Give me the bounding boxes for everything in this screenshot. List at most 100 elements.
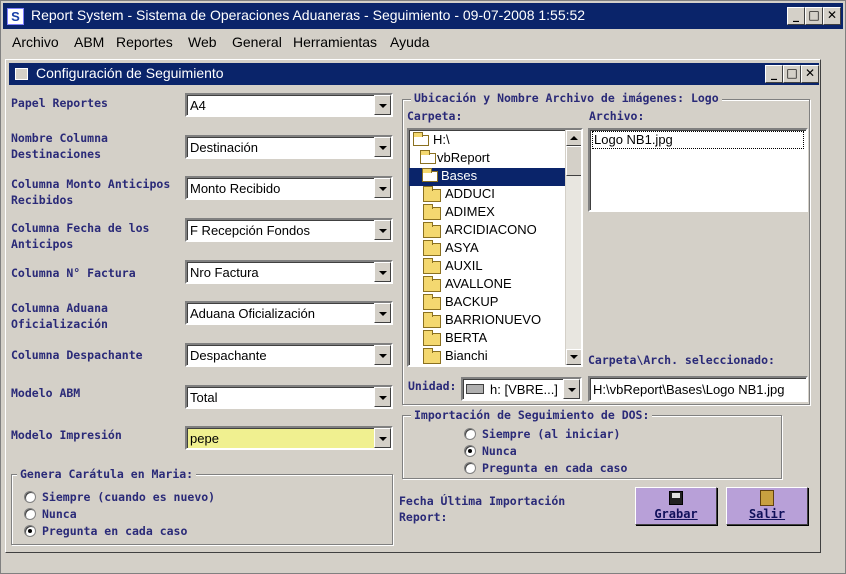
despachante-select[interactable]: Despachante bbox=[185, 343, 393, 367]
modelo-impresion-select[interactable]: pepe bbox=[185, 426, 393, 450]
app-s-icon: S bbox=[7, 8, 24, 25]
dropdown-arrow-icon[interactable] bbox=[374, 137, 391, 157]
caratula-option-2-label[interactable]: Pregunta en cada caso bbox=[42, 523, 187, 539]
folder-item[interactable]: ASYA bbox=[445, 240, 479, 255]
folder-icon bbox=[423, 240, 441, 256]
folder-list-items: H:\ vbReport Bases ADDUCI ADIMEX ARCIDIA… bbox=[409, 130, 565, 365]
dropdown-arrow-icon[interactable] bbox=[374, 220, 391, 240]
folder-item[interactable]: ADDUCI bbox=[445, 186, 495, 201]
label-columna-despachante: Columna Despachante bbox=[11, 348, 143, 362]
select-value: Destinación bbox=[190, 140, 258, 155]
save-disk-icon bbox=[669, 491, 683, 505]
main-title-bar[interactable]: S Report System - Sistema de Operaciones… bbox=[3, 3, 843, 29]
file-item[interactable]: Logo NB1.jpg bbox=[594, 132, 673, 147]
folder-icon bbox=[423, 294, 441, 310]
dropdown-arrow-icon[interactable] bbox=[374, 303, 391, 323]
seleccionado-label: Carpeta\Arch. seleccionado: bbox=[588, 353, 775, 367]
menu-herramientas[interactable]: Herramientas bbox=[293, 34, 377, 50]
menu-bar: Archivo ABM Reportes Web General Herrami… bbox=[3, 31, 843, 53]
carpeta-label: Carpeta: bbox=[407, 109, 463, 123]
destinaciones-select[interactable]: Destinación bbox=[185, 135, 393, 159]
folder-item[interactable]: AUXIL bbox=[445, 258, 483, 273]
folder-item[interactable]: ARCIDIACONO bbox=[445, 222, 537, 237]
menu-reportes[interactable]: Reportes bbox=[116, 34, 173, 50]
main-window: S Report System - Sistema de Operaciones… bbox=[0, 0, 846, 574]
label-modelo-impresion: Modelo Impresión bbox=[11, 428, 122, 442]
caratula-option-1-radio[interactable] bbox=[24, 508, 36, 520]
folder-item-selected[interactable]: Bases bbox=[441, 168, 477, 183]
caratula-option-2-radio[interactable] bbox=[24, 525, 36, 537]
file-list[interactable]: Logo NB1.jpg bbox=[588, 128, 808, 212]
ubicacion-group-title: Ubicación y Nombre Archivo de imágenes: … bbox=[411, 91, 722, 105]
child-maximize-button[interactable]: □ bbox=[783, 65, 801, 83]
maximize-button[interactable]: □ bbox=[805, 7, 823, 25]
select-value: Total bbox=[190, 390, 218, 405]
folder-item[interactable]: ADIMEX bbox=[445, 204, 495, 219]
folder-item[interactable]: Bianchi bbox=[445, 348, 488, 363]
seleccionado-field[interactable]: H:\vbReport\Bases\Logo NB1.jpg bbox=[588, 376, 808, 402]
folder-item[interactable]: BERTA bbox=[445, 330, 487, 345]
open-folder-icon bbox=[420, 150, 436, 164]
monto-anticipos-select[interactable]: Monto Recibido bbox=[185, 176, 393, 200]
child-minimize-button[interactable]: _ bbox=[765, 65, 783, 83]
label-nombre-columna-destinaciones: Nombre Columna Destinaciones bbox=[11, 131, 108, 161]
folder-item[interactable]: BACKUP bbox=[445, 294, 498, 309]
importacion-option-0-label[interactable]: Siempre (al iniciar) bbox=[482, 426, 620, 442]
config-title-bar[interactable]: Configuración de Seguimiento _ □ ✕ bbox=[9, 63, 819, 85]
factura-select[interactable]: Nro Factura bbox=[185, 260, 393, 284]
caratula-option-0-label[interactable]: Siempre (cuando es nuevo) bbox=[42, 489, 215, 505]
importacion-option-2-label[interactable]: Pregunta en cada caso bbox=[482, 460, 627, 476]
caratula-option-0-radio[interactable] bbox=[24, 491, 36, 503]
exit-door-icon bbox=[760, 490, 774, 506]
scroll-up-icon[interactable] bbox=[566, 130, 581, 146]
unidad-select[interactable]: h: [VBRE...] bbox=[461, 377, 582, 401]
folder-item[interactable]: H:\ bbox=[433, 132, 450, 147]
close-button[interactable]: ✕ bbox=[823, 7, 841, 25]
config-title: Configuración de Seguimiento bbox=[36, 65, 224, 81]
importacion-option-1-radio[interactable] bbox=[464, 445, 476, 457]
folder-item[interactable]: vbReport bbox=[437, 150, 490, 165]
caratula-option-1-label[interactable]: Nunca bbox=[42, 506, 77, 522]
label-columna-factura: Columna N° Factura bbox=[11, 266, 136, 280]
dropdown-arrow-icon[interactable] bbox=[374, 178, 391, 198]
papel-reportes-select[interactable]: A4 bbox=[185, 93, 393, 117]
child-close-button[interactable]: ✕ bbox=[801, 65, 819, 83]
dropdown-arrow-icon[interactable] bbox=[374, 262, 391, 282]
label-modelo-abm: Modelo ABM bbox=[11, 386, 81, 400]
menu-abm[interactable]: ABM bbox=[74, 34, 104, 50]
dropdown-arrow-icon[interactable] bbox=[374, 428, 391, 448]
minimize-button[interactable]: _ bbox=[787, 7, 805, 25]
dropdown-arrow-icon[interactable] bbox=[374, 345, 391, 365]
importacion-group-title: Importación de Seguimiento de DOS: bbox=[411, 408, 653, 422]
folder-scrollbar[interactable] bbox=[565, 130, 581, 365]
config-window: Configuración de Seguimiento _ □ ✕ Papel… bbox=[5, 59, 821, 553]
menu-archivo[interactable]: Archivo bbox=[12, 34, 59, 50]
importacion-option-1-label[interactable]: Nunca bbox=[482, 443, 517, 459]
fecha-anticipos-select[interactable]: F Recepción Fondos bbox=[185, 218, 393, 242]
folder-list[interactable]: H:\ vbReport Bases ADDUCI ADIMEX ARCIDIA… bbox=[407, 128, 583, 367]
importacion-option-2-radio[interactable] bbox=[464, 462, 476, 474]
importacion-option-0-radio[interactable] bbox=[464, 428, 476, 440]
menu-general[interactable]: General bbox=[232, 34, 282, 50]
open-folder-icon bbox=[422, 168, 438, 182]
dropdown-arrow-icon[interactable] bbox=[374, 387, 391, 407]
form-icon bbox=[15, 68, 28, 80]
drive-icon bbox=[466, 384, 484, 394]
dropdown-arrow-icon[interactable] bbox=[374, 95, 391, 115]
aduana-select[interactable]: Aduana Oficialización bbox=[185, 301, 393, 325]
label-columna-monto-anticipos: Columna Monto Anticipos Recibidos bbox=[11, 177, 171, 207]
scroll-thumb[interactable] bbox=[566, 146, 581, 176]
dropdown-arrow-icon[interactable] bbox=[563, 379, 580, 399]
menu-web[interactable]: Web bbox=[188, 34, 217, 50]
folder-icon bbox=[423, 222, 441, 238]
grabar-button[interactable]: Grabar bbox=[635, 487, 717, 525]
menu-ayuda[interactable]: Ayuda bbox=[390, 34, 429, 50]
folder-item[interactable]: BARRIONUEVO bbox=[445, 312, 541, 327]
folder-item[interactable]: AVALLONE bbox=[445, 276, 512, 291]
scroll-down-icon[interactable] bbox=[566, 349, 581, 365]
archivo-label: Archivo: bbox=[589, 109, 645, 123]
salir-button[interactable]: Salir bbox=[726, 487, 808, 525]
select-value: Despachante bbox=[190, 348, 267, 363]
window-title: Report System - Sistema de Operaciones A… bbox=[31, 7, 586, 23]
modelo-abm-select[interactable]: Total bbox=[185, 385, 393, 409]
